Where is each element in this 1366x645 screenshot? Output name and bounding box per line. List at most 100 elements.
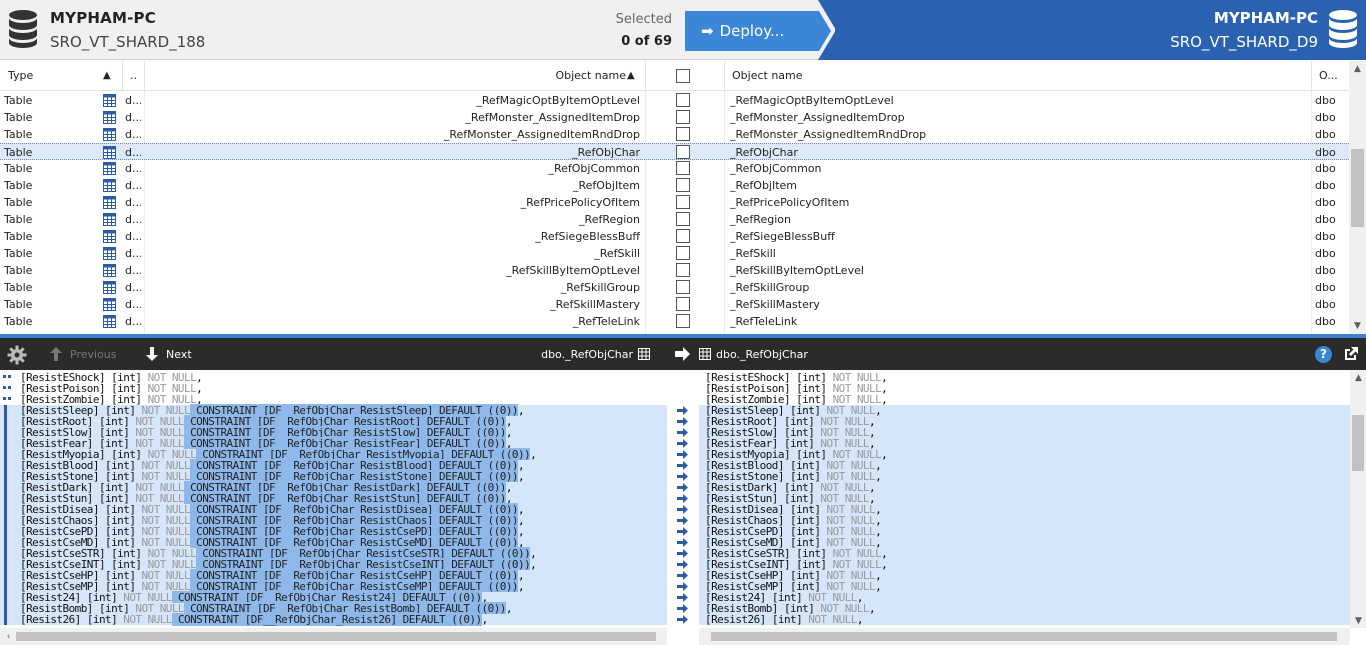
- target-object-name: _RefSkill: [730, 247, 776, 260]
- target-object-name: _RefSkillGroup: [730, 281, 810, 294]
- scroll-up-icon[interactable]: ▲: [1354, 373, 1363, 383]
- column-object-name-right[interactable]: Object name: [732, 61, 803, 91]
- source-object-name: _RefRegion: [579, 213, 640, 226]
- scroll-down-icon[interactable]: ▼: [1353, 321, 1362, 331]
- column-dots[interactable]: ..: [130, 61, 137, 91]
- diff-marker: [4, 537, 7, 548]
- arrow-right-icon[interactable]: [677, 438, 689, 449]
- table-row[interactable]: Table d... _RefMagicOptByItemOptLevel _RefM…: [0, 92, 1349, 109]
- table-row[interactable]: Table d... _RefTeleLink _RefTeleLink dbo: [0, 313, 1349, 330]
- right-object-title: dbo._RefObjChar: [699, 346, 808, 362]
- source-object-name: _RefObjItem: [572, 179, 640, 192]
- table-row[interactable]: Table d... _RefObjCommon _RefObjCommon dbo: [0, 160, 1349, 177]
- help-icon[interactable]: ?: [1315, 346, 1332, 363]
- previous-button[interactable]: Previous: [50, 346, 117, 362]
- table-row[interactable]: Table d... _RefObjChar _RefObjChar dbo: [0, 143, 1349, 160]
- arrow-right-icon[interactable]: [677, 592, 689, 603]
- target-script-pane[interactable]: [ResistEShock] [int] NOT NULL, [ResistPoi…: [699, 370, 1350, 628]
- arrow-right-icon[interactable]: [677, 603, 689, 614]
- script-vertical-scrollbar[interactable]: ▲ ▼: [1350, 370, 1366, 628]
- arrow-right-icon[interactable]: [677, 537, 689, 548]
- table-row[interactable]: Table d... _RefSiegeBlessBuff _RefSiegeBles…: [0, 228, 1349, 245]
- column-type[interactable]: Type: [8, 61, 33, 91]
- row-checkbox[interactable]: [676, 195, 690, 209]
- popout-icon[interactable]: [1343, 346, 1359, 362]
- table-row[interactable]: Table d... _RefSkillMastery _RefSkillMaster…: [0, 296, 1349, 313]
- table-row[interactable]: Table d... _RefMonster_AssignedItemDrop _Re…: [0, 109, 1349, 126]
- row-type: Table: [4, 196, 33, 209]
- target-object-name: _RefSkillMastery: [730, 298, 820, 311]
- row-checkbox[interactable]: [676, 145, 690, 159]
- arrow-right-icon[interactable]: [677, 471, 689, 482]
- table-row[interactable]: Table d... _RefSkillByItemOptLevel _RefSkil…: [0, 262, 1349, 279]
- target-horizontal-scrollbar[interactable]: [699, 628, 1350, 645]
- row-type: Table: [4, 298, 33, 311]
- row-schema: d...: [125, 94, 141, 107]
- row-checkbox[interactable]: [676, 246, 690, 260]
- source-script-pane[interactable]: [ResistEShock] [int] NOT NULL, [ResistPoi…: [0, 370, 667, 628]
- table-row[interactable]: Table d... _RefSkill _RefSkill dbo: [0, 245, 1349, 262]
- table-row[interactable]: Table d... _RefPricePolicyOfItem _RefPriceP…: [0, 194, 1349, 211]
- source-object-name: _RefMonster_AssignedItemDrop: [465, 111, 640, 124]
- scrollbar-thumb[interactable]: [16, 632, 656, 641]
- arrow-right-icon[interactable]: [677, 427, 689, 438]
- source-horizontal-scrollbar[interactable]: ‹: [0, 628, 667, 645]
- row-checkbox[interactable]: [676, 314, 690, 328]
- scroll-down-icon[interactable]: ▼: [1354, 616, 1363, 626]
- next-button[interactable]: Next: [146, 346, 192, 362]
- table-row[interactable]: Table d... _RefRegion _RefRegion dbo: [0, 211, 1349, 228]
- table-row[interactable]: Table d... _RefSkillGroup _RefSkillGroup dbo: [0, 279, 1349, 296]
- row-checkbox[interactable]: [676, 297, 690, 311]
- table-grid-icon: [103, 315, 116, 328]
- arrow-right-icon[interactable]: [677, 416, 689, 427]
- arrow-right-icon[interactable]: [677, 526, 689, 537]
- column-owner[interactable]: O...: [1319, 61, 1338, 91]
- row-checkbox[interactable]: [676, 212, 690, 226]
- grid-vertical-scrollbar[interactable]: ▲ ▼: [1349, 61, 1366, 334]
- row-type: Table: [4, 128, 33, 141]
- table-grid-icon: [103, 94, 116, 107]
- arrow-right-icon[interactable]: [677, 559, 689, 570]
- row-checkbox[interactable]: [676, 93, 690, 107]
- deploy-button[interactable]: ➡ Deploy...: [685, 11, 831, 51]
- scroll-up-icon[interactable]: ▲: [1353, 64, 1362, 74]
- arrow-right-icon[interactable]: [677, 449, 689, 460]
- row-schema: d...: [125, 281, 141, 294]
- scrollbar-thumb[interactable]: [1351, 149, 1364, 227]
- diff-gutter: [667, 370, 699, 628]
- diff-marker: [3, 394, 13, 405]
- arrow-right-icon[interactable]: [677, 504, 689, 515]
- row-type: Table: [4, 213, 33, 226]
- arrow-right-icon[interactable]: [677, 493, 689, 504]
- row-schema: d...: [125, 128, 141, 141]
- arrow-right-icon[interactable]: [677, 482, 689, 493]
- row-checkbox[interactable]: [676, 229, 690, 243]
- column-object-name-left[interactable]: Object name: [146, 61, 626, 91]
- scrollbar-thumb[interactable]: [711, 632, 1337, 641]
- select-all-checkbox[interactable]: [676, 69, 690, 83]
- arrow-right-icon[interactable]: [677, 581, 689, 592]
- deploy-label: Deploy...: [719, 22, 785, 40]
- diff-marker: [4, 570, 7, 581]
- row-checkbox[interactable]: [676, 161, 690, 175]
- arrow-right-icon[interactable]: [677, 405, 689, 416]
- arrow-right-icon[interactable]: [677, 614, 689, 625]
- arrow-right-icon[interactable]: [677, 570, 689, 581]
- arrow-right-icon[interactable]: [677, 460, 689, 471]
- row-checkbox[interactable]: [676, 280, 690, 294]
- source-object-name: _RefTeleLink: [572, 315, 640, 328]
- gear-icon[interactable]: [7, 345, 27, 365]
- next-label: Next: [166, 347, 192, 361]
- scroll-left-icon[interactable]: ‹: [4, 632, 13, 642]
- row-checkbox[interactable]: [676, 127, 690, 141]
- row-checkbox[interactable]: [676, 263, 690, 277]
- table-row[interactable]: Table d... _RefObjItem _RefObjItem dbo: [0, 177, 1349, 194]
- row-owner: dbo: [1315, 146, 1336, 159]
- row-checkbox[interactable]: [676, 110, 690, 124]
- arrow-right-icon[interactable]: [677, 515, 689, 526]
- row-owner: dbo: [1315, 298, 1336, 311]
- table-row[interactable]: Table d... _RefMonster_AssignedItemRndDrop…: [0, 126, 1349, 143]
- scrollbar-thumb[interactable]: [1352, 415, 1364, 471]
- row-checkbox[interactable]: [676, 178, 690, 192]
- arrow-right-icon[interactable]: [677, 548, 689, 559]
